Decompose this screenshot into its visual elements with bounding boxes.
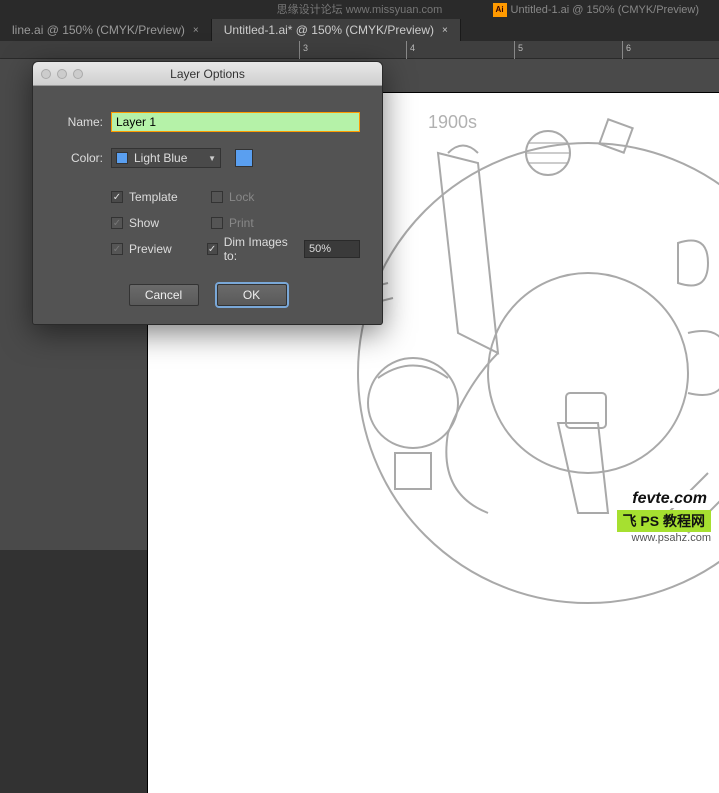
color-preview-swatch[interactable] — [235, 149, 253, 167]
document-tab-strip: line.ai @ 150% (CMYK/Preview) × Untitled… — [0, 19, 719, 41]
dialog-titlebar[interactable]: Layer Options — [33, 62, 382, 86]
tab-label: line.ai @ 150% (CMYK/Preview) — [12, 23, 185, 37]
lock-label: Lock — [229, 190, 254, 204]
layer-options-dialog: Layer Options Name: Color: Light Blue ▼ … — [32, 61, 383, 325]
document-tab[interactable]: Untitled-1.ai* @ 150% (CMYK/Preview) × — [212, 19, 461, 41]
close-icon[interactable]: × — [442, 25, 448, 36]
template-checkbox[interactable] — [111, 191, 123, 203]
window-controls — [33, 69, 83, 79]
watermark-fevte: fevte.com — [628, 490, 711, 508]
ok-button[interactable]: OK — [217, 284, 287, 306]
zoom-window-icon[interactable] — [73, 69, 83, 79]
print-checkbox — [211, 217, 223, 229]
ai-file-icon: Ai — [493, 3, 507, 17]
show-label: Show — [129, 216, 159, 230]
layer-name-input[interactable] — [111, 112, 360, 132]
color-value: Light Blue — [134, 151, 187, 165]
topbar-doc-label: Untitled-1.ai @ 150% (CMYK/Preview) — [511, 4, 699, 16]
preview-label: Preview — [129, 242, 172, 256]
close-icon[interactable]: × — [193, 25, 199, 36]
watermark-url: www.psahz.com — [617, 532, 711, 544]
print-label: Print — [229, 216, 254, 230]
dim-images-checkbox[interactable] — [207, 243, 218, 255]
color-swatch-icon — [116, 152, 128, 164]
show-checkbox — [111, 217, 123, 229]
name-label: Name: — [55, 115, 103, 129]
color-label: Color: — [55, 151, 103, 165]
watermark-top: 思缘设计论坛 www.missyuan.com — [277, 1, 443, 17]
dialog-body: Name: Color: Light Blue ▼ Template Lock — [33, 86, 382, 324]
preview-checkbox — [111, 243, 123, 255]
template-label: Template — [129, 190, 178, 204]
tab-label: Untitled-1.ai* @ 150% (CMYK/Preview) — [224, 23, 434, 37]
watermark-green: 飞 PS 教程网 — [617, 510, 711, 532]
document-tab[interactable]: line.ai @ 150% (CMYK/Preview) × — [0, 19, 212, 41]
dialog-title: Layer Options — [33, 67, 382, 81]
cancel-button[interactable]: Cancel — [129, 284, 199, 306]
horizontal-ruler: 3 4 5 6 — [0, 41, 719, 59]
sketch-annotation: 1900s — [428, 112, 477, 132]
dim-percent-input[interactable] — [304, 240, 360, 258]
dim-images-label: Dim Images to: — [224, 235, 298, 263]
chevron-down-icon: ▼ — [208, 154, 216, 163]
watermark-bottom-right: fevte.com 飞 PS 教程网 www.psahz.com — [617, 490, 711, 544]
close-window-icon[interactable] — [41, 69, 51, 79]
minimize-window-icon[interactable] — [57, 69, 67, 79]
color-dropdown[interactable]: Light Blue ▼ — [111, 148, 221, 168]
lock-checkbox — [211, 191, 223, 203]
